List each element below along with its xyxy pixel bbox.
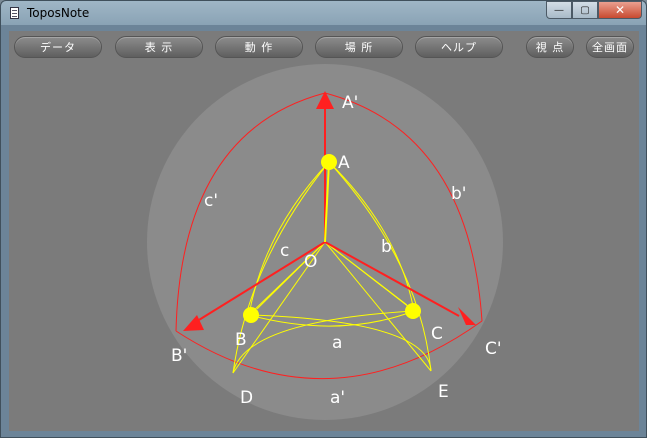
label-b-point: B — [235, 330, 247, 350]
label-b: b — [381, 237, 392, 257]
point-b[interactable] — [243, 307, 259, 323]
label-a-prime: A' — [342, 93, 358, 113]
main-canvas-area: データ 表 示 動 作 場 所 ヘルプ 視 点 全画面 A' A c' b' c… — [9, 31, 639, 431]
label-e: E — [438, 382, 449, 402]
label-c-point: C — [431, 324, 443, 344]
window-controls: — ▢ ✕ — [546, 1, 642, 20]
app-icon — [10, 7, 19, 19]
label-c-prime: c' — [204, 191, 218, 211]
label-c-prime-point: C' — [485, 339, 502, 359]
window-title: ToposNote — [27, 6, 90, 20]
maximize-icon: ▢ — [580, 4, 590, 16]
sphere-view[interactable]: A' A c' b' c b O B C a B' C' D a' E — [9, 31, 639, 431]
label-a-edge: a — [332, 333, 342, 353]
close-icon: ✕ — [614, 3, 626, 17]
label-o: O — [304, 252, 317, 272]
label-c: c — [280, 241, 289, 261]
minimize-icon: — — [554, 4, 564, 16]
label-a: A — [338, 153, 350, 173]
close-button[interactable]: ✕ — [598, 1, 642, 19]
point-c[interactable] — [405, 303, 421, 319]
label-b-prime: b' — [451, 184, 466, 204]
label-b-prime-point: B' — [171, 346, 187, 366]
maximize-button[interactable]: ▢ — [572, 1, 598, 19]
point-a[interactable] — [321, 154, 337, 170]
app-window: ToposNote — ▢ ✕ データ 表 示 動 作 場 所 ヘルプ 視 点 … — [0, 0, 647, 438]
title-bar[interactable]: ToposNote — ▢ ✕ — [1, 1, 646, 25]
label-d: D — [240, 388, 253, 408]
label-a-prime-edge: a' — [330, 388, 345, 408]
minimize-button[interactable]: — — [546, 1, 572, 19]
